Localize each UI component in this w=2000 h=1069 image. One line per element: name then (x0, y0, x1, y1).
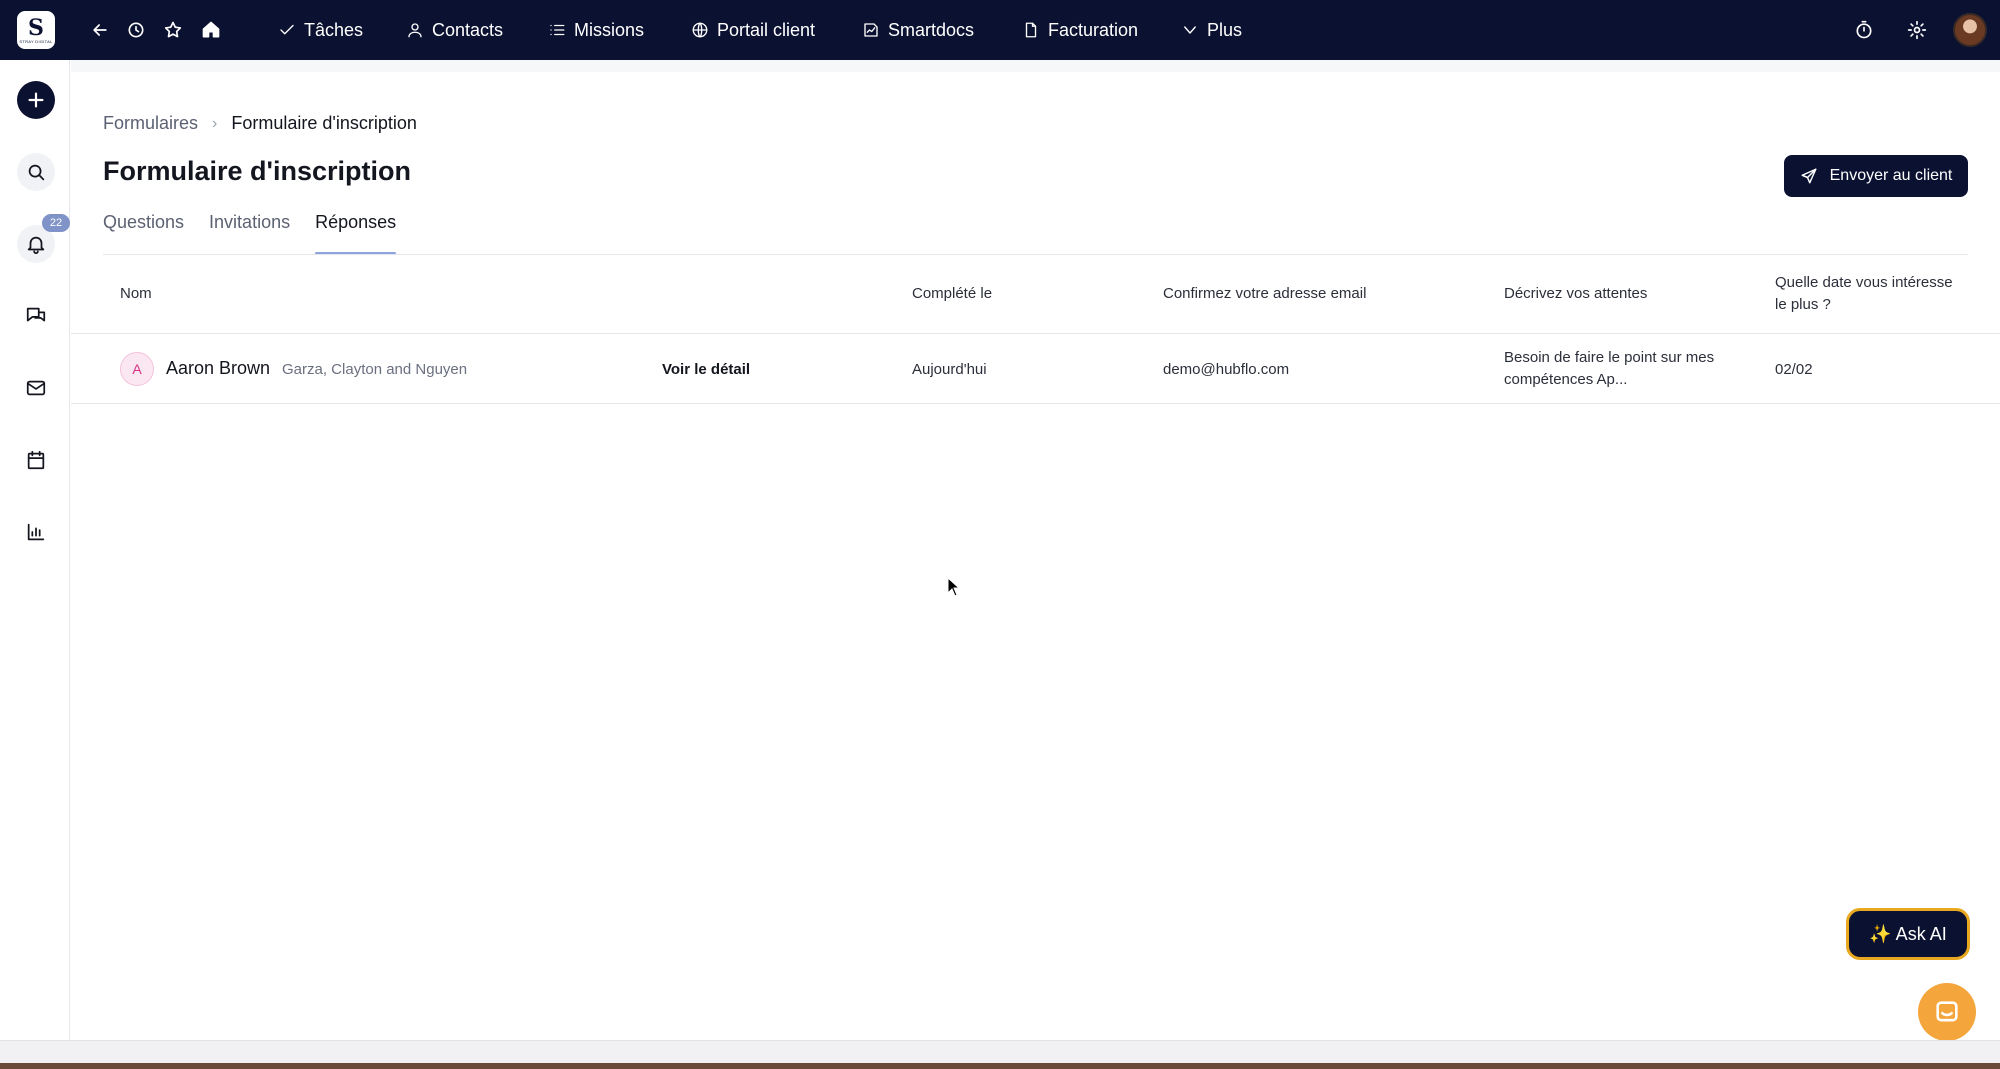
top-navigation-bar: S STRAY DIGITAL Tâches Contacts Missions… (0, 0, 2000, 60)
form-tabs: Questions Invitations Réponses (103, 212, 397, 255)
history-clock-icon[interactable] (122, 16, 150, 44)
bar-chart-icon (27, 523, 45, 541)
breadcrumb: Formulaires › Formulaire d'inscription (103, 113, 417, 134)
gear-icon[interactable] (1903, 16, 1931, 44)
main-content (71, 60, 2000, 1040)
envelope-icon (26, 380, 46, 396)
row-divider (71, 403, 2000, 404)
support-chat-button[interactable] (1918, 983, 1976, 1041)
chart-doc-icon (864, 23, 878, 37)
calendar-button[interactable] (17, 441, 55, 479)
star-icon[interactable] (159, 16, 187, 44)
breadcrumb-current: Formulaire d'inscription (231, 113, 417, 133)
tab-reponses[interactable]: Réponses (315, 212, 397, 255)
column-header-attentes[interactable]: Décrivez vos attentes (1504, 283, 1647, 305)
person-icon (408, 23, 422, 38)
column-header-date[interactable]: Quelle date vous intéresse le plus ? (1775, 272, 1965, 316)
search-button[interactable] (17, 153, 55, 191)
mouse-cursor-icon (947, 577, 961, 597)
reports-button[interactable] (17, 513, 55, 551)
send-to-client-label: Envoyer au client (1829, 167, 1953, 184)
nav-plus-label: Plus (1207, 19, 1243, 40)
list-icon (550, 24, 565, 36)
row-avatar: A (120, 352, 154, 386)
bell-icon (27, 236, 45, 255)
timer-icon[interactable] (1850, 16, 1878, 44)
column-header-complete-le[interactable]: Complété le (912, 283, 992, 305)
tab-questions[interactable]: Questions (103, 212, 184, 254)
nav-taches-label: Tâches (304, 19, 364, 40)
row-expectations: Besoin de faire le point sur mes compéte… (1504, 349, 1715, 388)
row-date-answer: 02/02 (1775, 361, 1813, 378)
globe-icon (692, 22, 708, 38)
file-icon (1025, 22, 1037, 38)
nav-missions[interactable]: Missions (548, 14, 644, 46)
nav-facturation-label: Facturation (1048, 19, 1139, 40)
row-company: Garza, Clayton and Nguyen (282, 361, 468, 378)
ask-ai-button[interactable]: ✨ Ask AI (1846, 908, 1970, 960)
desktop-edge (0, 1063, 2000, 1069)
user-avatar[interactable] (1953, 13, 1987, 47)
breadcrumb-formulaires-link[interactable]: Formulaires (103, 113, 198, 134)
column-header-nom[interactable]: Nom (120, 283, 152, 305)
nav-contacts-label: Contacts (432, 19, 504, 40)
create-new-button[interactable] (17, 81, 55, 119)
chat-bubbles-icon (26, 307, 46, 322)
row-email: demo@hubflo.com (1163, 361, 1290, 378)
tabs-divider (103, 254, 1968, 255)
mail-button[interactable] (17, 369, 55, 407)
nav-contacts[interactable]: Contacts (406, 14, 503, 46)
nav-smartdocs[interactable]: Smartdocs (862, 14, 974, 46)
plus-icon (28, 92, 44, 108)
search-icon (28, 164, 45, 181)
notifications-count-badge: 22 (42, 214, 70, 232)
nav-portail-client-label: Portail client (717, 19, 816, 40)
tab-invitations[interactable]: Invitations (209, 212, 290, 254)
nav-taches[interactable]: Tâches (278, 14, 363, 46)
nav-missions-label: Missions (574, 19, 645, 40)
chevron-down-icon (1184, 26, 1196, 34)
back-arrow-icon[interactable] (86, 16, 114, 44)
send-to-client-button[interactable]: Envoyer au client (1784, 155, 1968, 197)
logo-mark: S (28, 14, 44, 41)
check-icon (280, 24, 294, 35)
ask-ai-label: ✨ Ask AI (1869, 923, 1947, 944)
calendar-icon (27, 450, 45, 470)
nav-portail-client[interactable]: Portail client (691, 14, 815, 46)
left-sidebar (0, 60, 70, 1069)
nav-plus[interactable]: Plus (1181, 14, 1242, 46)
row-completed-date: Aujourd'hui (912, 361, 987, 378)
column-header-email[interactable]: Confirmez votre adresse email (1163, 283, 1366, 305)
send-paper-plane-icon (1801, 168, 1817, 184)
breadcrumb-separator: › (212, 114, 218, 132)
app-logo[interactable]: S STRAY DIGITAL (17, 11, 55, 49)
nav-facturation[interactable]: Facturation (1022, 14, 1138, 46)
page-title: Formulaire d'inscription (103, 156, 411, 186)
messages-button[interactable] (17, 297, 55, 335)
row-name[interactable]: Aaron Brown (166, 357, 270, 379)
logo-text: STRAY DIGITAL (19, 38, 53, 44)
view-detail-link[interactable]: Voir le détail (662, 359, 750, 381)
nav-smartdocs-label: Smartdocs (888, 19, 975, 40)
home-icon[interactable] (197, 16, 225, 44)
chat-icon (1936, 1001, 1958, 1022)
